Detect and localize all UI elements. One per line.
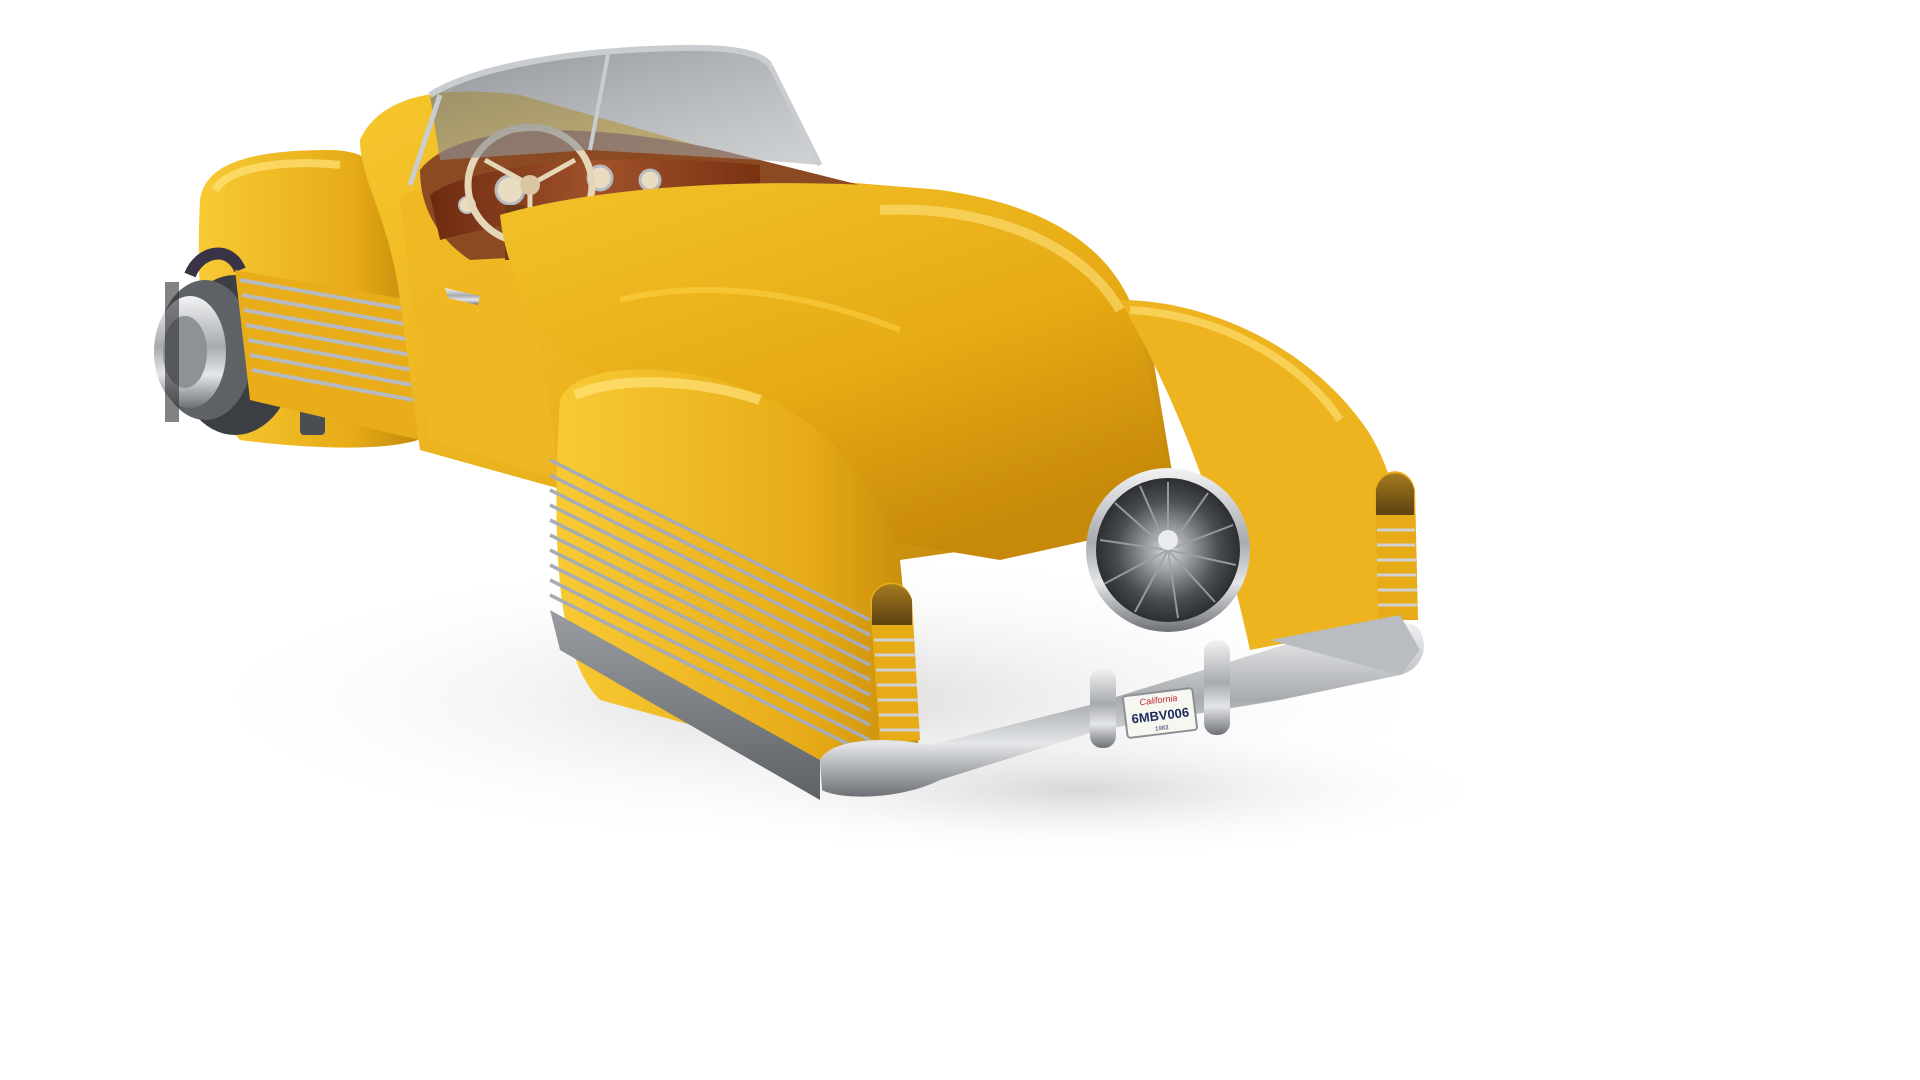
license-plate: California 6MBV006 1983 — [1122, 687, 1198, 739]
car-render-scene: California 6MBV006 1983 — [154, 44, 1500, 860]
tail-lamp-right — [1375, 471, 1418, 620]
rear-turbine — [1086, 468, 1250, 632]
gauge-right — [638, 168, 662, 192]
bumper-guard-left — [1090, 668, 1116, 748]
bumper-guard-right — [1204, 640, 1230, 735]
